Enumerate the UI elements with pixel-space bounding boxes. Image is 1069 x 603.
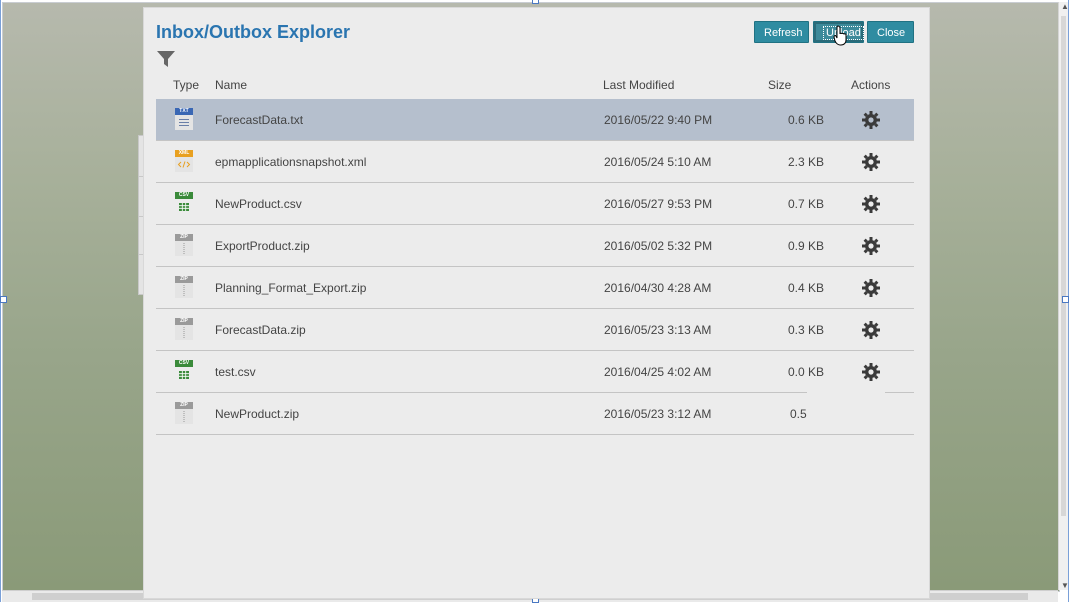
file-modified: 2016/05/27 9:53 PM [604,197,713,211]
zip-file-icon: ZIP [174,402,194,424]
gear-icon[interactable] [861,194,881,214]
close-button[interactable]: Close [867,21,914,43]
inbox-outbox-dialog: Inbox/Outbox Explorer Refresh Upload Clo… [144,8,929,598]
gear-icon[interactable] [861,278,881,298]
zip-file-icon: ZIP [174,318,194,340]
refresh-button[interactable]: Refresh [754,21,809,43]
hand-pointer-icon [833,25,847,46]
table-row[interactable]: ZIP Planning_Format_Export.zip 2016/04/3… [156,267,914,309]
file-size: 0.6 KB [787,113,824,127]
csv-file-icon: CSV [174,360,194,382]
zip-file-icon: ZIP [174,234,194,256]
txt-file-icon: TXT [174,108,194,130]
gear-icon[interactable] [861,320,881,340]
table-row[interactable]: CSV test.csv 2016/04/25 4:02 AM 0.0 KB [156,351,914,393]
resize-handle[interactable] [0,296,7,303]
file-name[interactable]: ForecastData.zip [215,323,306,337]
csv-file-icon: CSV [174,192,194,214]
gear-icon[interactable] [861,236,881,256]
file-size: 0.7 KB [787,197,824,211]
file-modified: 2016/05/24 5:10 AM [604,155,712,169]
file-name[interactable]: epmapplicationsnapshot.xml [215,155,366,169]
zip-file-icon: ZIP [174,276,194,298]
table-row[interactable]: ZIP ForecastData.zip 2016/05/23 3:13 AM … [156,309,914,351]
resize-handle[interactable] [1062,296,1069,303]
table-row[interactable]: CSV NewProduct.csv 2016/05/27 9:53 PM 0.… [156,183,914,225]
file-size: 0.0 KB [787,365,824,379]
actions-menu-gap [807,389,885,431]
scroll-thumb[interactable] [1061,16,1066,516]
gear-icon[interactable] [861,152,881,172]
file-name[interactable]: ForecastData.txt [215,113,303,127]
table-header: Type Name Last Modified Size Actions [156,78,914,98]
file-modified: 2016/05/22 9:40 PM [604,113,713,127]
file-modified: 2016/05/23 3:13 AM [604,323,712,337]
file-size: 0.5 [790,407,807,421]
file-size: 0.9 KB [787,239,824,253]
file-name[interactable]: NewProduct.csv [215,197,302,211]
column-last-modified[interactable]: Last Modified [603,78,674,92]
file-name[interactable]: Planning_Format_Export.zip [215,281,366,295]
gear-icon[interactable] [861,110,881,130]
table-row[interactable]: ZIP ExportProduct.zip 2016/05/02 5:32 PM… [156,225,914,267]
table-row[interactable]: ZIP NewProduct.zip 2016/05/23 3:12 AM 0.… [156,393,914,435]
table-row[interactable]: XML epmapplicationsnapshot.xml 2016/05/2… [156,141,914,183]
xml-file-icon: XML [174,150,194,172]
file-list: TXT ForecastData.txt 2016/05/22 9:40 PM … [156,99,914,435]
file-name[interactable]: ExportProduct.zip [215,239,310,253]
filter-icon[interactable] [156,50,176,68]
gear-icon[interactable] [861,362,881,382]
file-name[interactable]: NewProduct.zip [215,407,299,421]
file-size: 2.3 KB [787,155,824,169]
column-type[interactable]: Type [173,78,199,92]
file-modified: 2016/05/02 5:32 PM [604,239,713,253]
file-size: 0.4 KB [787,281,824,295]
file-size: 0.3 KB [787,323,824,337]
column-actions: Actions [851,78,891,92]
file-modified: 2016/04/30 4:28 AM [604,281,712,295]
file-modified: 2016/04/25 4:02 AM [604,365,712,379]
column-name[interactable]: Name [215,78,247,92]
file-name[interactable]: test.csv [215,365,256,379]
column-size[interactable]: Size [768,78,791,92]
resize-handle[interactable] [532,0,539,4]
table-row[interactable]: TXT ForecastData.txt 2016/05/22 9:40 PM … [156,99,914,141]
file-modified: 2016/05/23 3:12 AM [604,407,712,421]
dialog-title: Inbox/Outbox Explorer [156,22,351,42]
